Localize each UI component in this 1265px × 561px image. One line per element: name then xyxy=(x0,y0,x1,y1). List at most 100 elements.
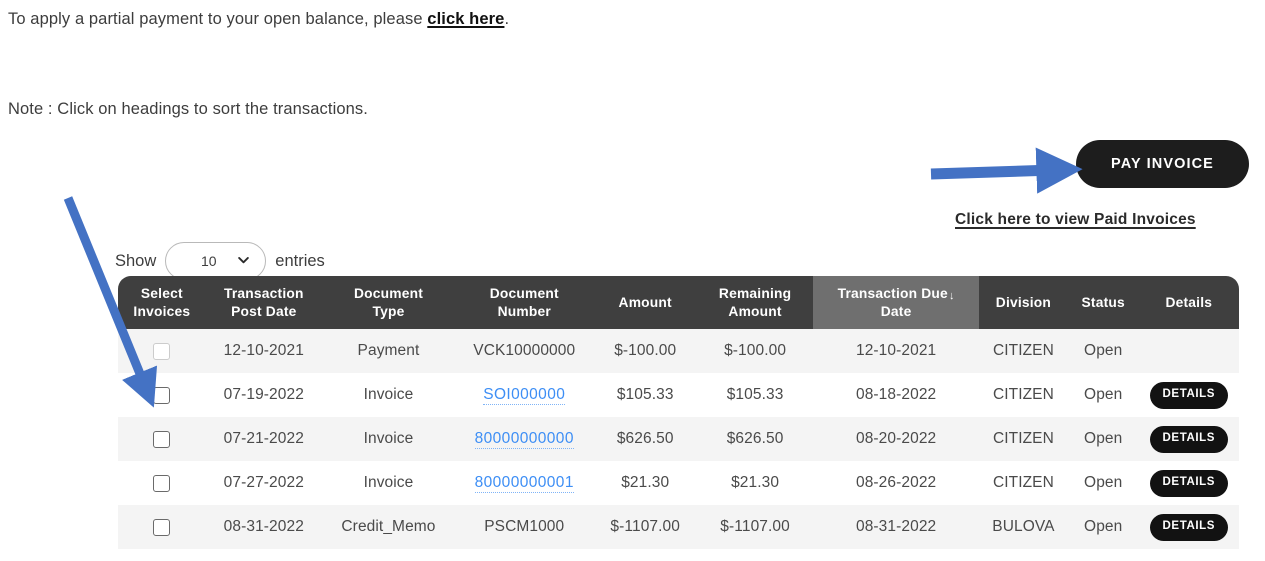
sort-note: Note : Click on headings to sort the tra… xyxy=(8,100,368,118)
cell-transaction-due-date: 08-18-2022 xyxy=(813,373,980,418)
column-header-remaining-amount[interactable]: Remaining Amount xyxy=(696,276,814,330)
cell-division: BULOVA xyxy=(979,505,1068,550)
cell-select-invoice xyxy=(118,329,206,374)
details-button[interactable]: DETAILS xyxy=(1149,514,1229,541)
cell-details: DETAILS xyxy=(1138,373,1239,418)
cell-amount: $-100.00 xyxy=(593,329,697,374)
cell-document-number: SOI000000 xyxy=(455,373,594,418)
column-header-document-number[interactable]: Document Number xyxy=(455,276,594,330)
cell-status: Open xyxy=(1067,373,1139,418)
cell-remaining-amount: $-100.00 xyxy=(696,329,814,374)
transactions-table: Select Invoices Transaction Post Date Do… xyxy=(118,276,1239,550)
cell-status: Open xyxy=(1067,417,1139,462)
details-button[interactable]: DETAILS xyxy=(1149,426,1229,453)
cell-select-invoice xyxy=(118,461,206,506)
column-header-transaction-due-date[interactable]: Transaction Due↓ Date xyxy=(813,276,980,330)
table-row: 12-10-2021 Payment VCK10000000 $-100.00 $-10… xyxy=(118,329,1239,374)
cell-document-type: Credit_Memo xyxy=(321,505,456,550)
header-line-1: Remaining xyxy=(718,286,792,301)
table-row: 07-19-2022 Invoice SOI000000 $105.33 $105.33… xyxy=(118,373,1239,418)
details-button[interactable]: DETAILS xyxy=(1149,382,1229,409)
table-row: 08-31-2022 Credit_Memo PSCM1000 $-1107.00 $-… xyxy=(118,505,1239,550)
details-button[interactable]: DETAILS xyxy=(1149,470,1229,497)
header-line-2: Invoices xyxy=(133,303,191,319)
cell-amount: $-1107.00 xyxy=(593,505,697,550)
cell-division: CITIZEN xyxy=(979,461,1068,506)
cell-transaction-post-date: 07-21-2022 xyxy=(205,417,322,462)
document-number-link[interactable]: 80000000000 xyxy=(474,430,574,450)
column-header-amount[interactable]: Amount xyxy=(593,276,697,330)
header-line-1: Status xyxy=(1081,294,1125,310)
arrow-to-pay-invoice xyxy=(930,147,1083,194)
show-entries-control: Show 102550100 entries xyxy=(115,242,325,280)
column-header-details[interactable]: Details xyxy=(1138,276,1239,330)
document-number-link[interactable]: SOI000000 xyxy=(483,386,566,406)
cell-details: DETAILS xyxy=(1138,417,1239,462)
cell-transaction-due-date: 12-10-2021 xyxy=(813,329,980,374)
cell-document-number: 80000000001 xyxy=(455,461,594,506)
entries-select-wrapper: 102550100 xyxy=(165,242,267,280)
header-line-2: Amount xyxy=(728,303,782,319)
cell-amount: $105.33 xyxy=(593,373,697,418)
cell-details: DETAILS xyxy=(1138,505,1239,550)
cell-remaining-amount: $-1107.00 xyxy=(696,505,814,550)
transactions-table-body: 12-10-2021 Payment VCK10000000 $-100.00 $-10… xyxy=(118,329,1239,550)
cell-document-type: Invoice xyxy=(321,461,456,506)
cell-select-invoice xyxy=(118,505,206,550)
transactions-table-container: Select Invoices Transaction Post Date Do… xyxy=(118,276,1239,550)
header-line-1: Document xyxy=(489,286,559,301)
cell-transaction-due-date: 08-20-2022 xyxy=(813,417,980,462)
cell-amount: $21.30 xyxy=(593,461,697,506)
cell-transaction-due-date: 08-26-2022 xyxy=(813,461,980,506)
cell-status: Open xyxy=(1067,329,1139,374)
select-invoice-checkbox[interactable] xyxy=(153,518,171,536)
partial-payment-text-before: To apply a partial payment to your open … xyxy=(8,10,428,28)
cell-select-invoice xyxy=(118,373,206,418)
cell-status: Open xyxy=(1067,461,1139,506)
header-line-2: Type xyxy=(372,303,405,319)
column-header-document-type[interactable]: Document Type xyxy=(321,276,456,330)
header-line-1: Division xyxy=(995,294,1052,310)
click-here-link[interactable]: click here xyxy=(427,10,504,28)
partial-payment-instruction: To apply a partial payment to your open … xyxy=(8,10,509,29)
cell-transaction-post-date: 08-31-2022 xyxy=(205,505,322,550)
cell-remaining-amount: $626.50 xyxy=(696,417,814,462)
cell-document-number: VCK10000000 xyxy=(455,329,594,374)
header-line-1: Transaction xyxy=(223,286,304,301)
column-header-select-invoices[interactable]: Select Invoices xyxy=(118,276,206,330)
arrow-down-icon: ↓ xyxy=(948,290,955,302)
show-entries-prefix-label: Show xyxy=(115,251,157,270)
table-row: 07-27-2022 Invoice 80000000001 $21.30 $21.30… xyxy=(118,461,1239,506)
cell-document-type: Invoice xyxy=(321,417,456,462)
cell-transaction-post-date: 07-27-2022 xyxy=(205,461,322,506)
select-invoice-checkbox[interactable] xyxy=(153,474,171,492)
table-header-row: Select Invoices Transaction Post Date Do… xyxy=(118,276,1239,330)
cell-transaction-post-date: 07-19-2022 xyxy=(205,373,322,418)
column-header-division[interactable]: Division xyxy=(979,276,1068,330)
column-header-status[interactable]: Status xyxy=(1067,276,1139,330)
cell-remaining-amount: $21.30 xyxy=(696,461,814,506)
cell-transaction-post-date: 12-10-2021 xyxy=(205,329,322,374)
header-line-1: Transaction Due xyxy=(837,286,948,301)
show-entries-suffix-label: entries xyxy=(275,251,325,270)
cell-division: CITIZEN xyxy=(979,417,1068,462)
header-line-2: Date xyxy=(880,303,912,319)
cell-division: CITIZEN xyxy=(979,373,1068,418)
cell-amount: $626.50 xyxy=(593,417,697,462)
partial-payment-text-after: . xyxy=(504,10,510,28)
select-invoice-checkbox[interactable] xyxy=(153,386,171,404)
cell-division: CITIZEN xyxy=(979,329,1068,374)
cell-details: DETAILS xyxy=(1138,461,1239,506)
document-number-link[interactable]: 80000000001 xyxy=(474,474,574,494)
view-paid-invoices-link[interactable]: Click here to view Paid Invoices xyxy=(955,211,1196,229)
cell-document-number: 80000000000 xyxy=(455,417,594,462)
header-line-1: Details xyxy=(1165,294,1213,310)
cell-details xyxy=(1138,329,1239,374)
column-header-transaction-post-date[interactable]: Transaction Post Date xyxy=(205,276,322,330)
header-line-2: Post Date xyxy=(231,303,297,319)
pay-invoice-button[interactable]: PAY INVOICE xyxy=(1076,140,1249,188)
select-invoice-checkbox[interactable] xyxy=(153,430,171,448)
cell-document-type: Payment xyxy=(321,329,456,374)
cell-remaining-amount: $105.33 xyxy=(696,373,814,418)
entries-per-page-select[interactable]: 102550100 xyxy=(165,242,267,280)
